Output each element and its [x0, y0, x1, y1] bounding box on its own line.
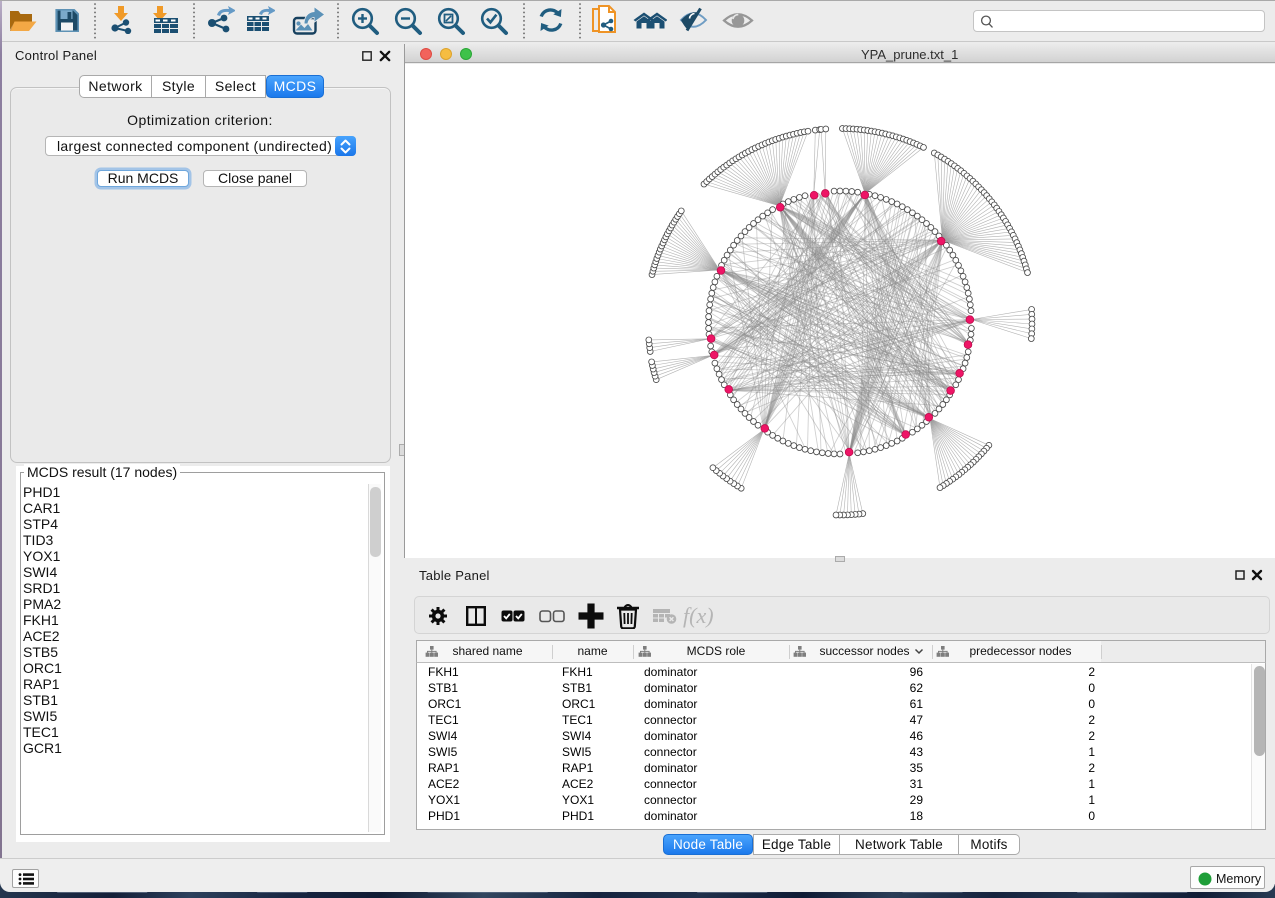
svg-text:f(x): f(x) [683, 603, 714, 628]
